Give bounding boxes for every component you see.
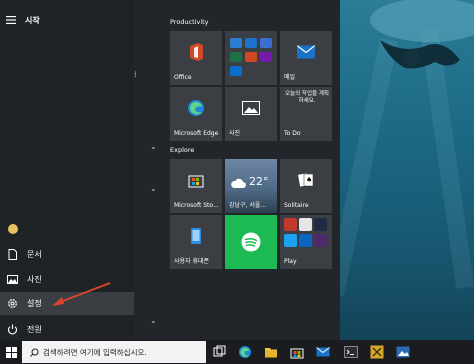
photoshop-icon [314, 218, 327, 231]
todo-note: 오늘의 작업을 계획하세요. [285, 91, 329, 104]
swimmer-image [370, 0, 474, 69]
word-icon [230, 38, 242, 48]
chevron-down-icon[interactable]: ⌄ [150, 142, 157, 151]
spotify-icon [241, 232, 261, 252]
phone-icon [191, 227, 201, 244]
game-icon [299, 218, 312, 231]
excel-icon [230, 52, 242, 62]
tile-label: 메일 [284, 74, 296, 81]
power-icon [7, 324, 18, 335]
mail-icon [297, 45, 315, 59]
twitter-icon [284, 234, 297, 247]
tile-play-folder[interactable]: Play [280, 215, 332, 269]
tile-label: To Do [284, 130, 301, 137]
cloud-icon [231, 178, 246, 188]
tile-store[interactable]: Microsoft Sto... [170, 159, 222, 213]
tile-office-apps[interactable] [225, 31, 277, 85]
chevron-down-icon[interactable]: ⌄ [150, 184, 157, 193]
office-icon [190, 42, 203, 61]
tile-your-phone[interactable]: 사용자 휴대폰 [170, 215, 222, 269]
search-icon [30, 348, 39, 357]
tile-label: Office [174, 74, 192, 81]
tile-weather[interactable]: 22° 강남구, 서울... [225, 159, 277, 213]
hamburger-icon[interactable] [6, 16, 16, 24]
onenote-icon [260, 52, 272, 62]
task-view-icon[interactable] [213, 345, 227, 359]
group-title-productivity[interactable]: Productivity [170, 18, 209, 26]
start-header-label: 시작 [25, 15, 40, 25]
file-explorer-icon[interactable] [264, 345, 278, 359]
start-header[interactable]: 시작 [6, 12, 40, 28]
powerpoint-icon [245, 52, 257, 62]
document-icon [7, 249, 18, 260]
avatar[interactable] [8, 224, 18, 234]
tile-spotify[interactable] [225, 215, 277, 269]
chevron-down-icon[interactable]: ⌄ [150, 316, 157, 325]
scroll-indicator-icon: ⁞ [134, 70, 137, 79]
app-icon [314, 234, 327, 247]
rail-item-documents[interactable]: 문서 [0, 243, 134, 266]
outlook-icon [245, 38, 257, 48]
windows-start-icon[interactable] [6, 347, 17, 358]
search-placeholder: 검색하려면 여기에 입력하십시오. [43, 347, 147, 357]
rail-item-label: 전원 [27, 325, 42, 334]
linkedin-icon [299, 234, 312, 247]
tile-label: 강남구, 서울... [229, 202, 267, 209]
rail-item-label: 문서 [27, 250, 42, 259]
terminal-icon[interactable] [344, 345, 358, 359]
weather-temp: 22° [249, 175, 269, 188]
tile-label: 사용자 휴대폰 [174, 258, 210, 265]
store-taskbar-icon[interactable] [290, 345, 304, 359]
mail-taskbar-icon[interactable] [316, 345, 330, 359]
game-icon [284, 218, 297, 231]
tile-mail[interactable]: 메일 [280, 31, 332, 85]
cards-icon: ♠ [298, 172, 314, 187]
start-menu: 시작 문서 사진 설정 전원 ⁞ ⌄ ⌄ ⌄ Productivity Expl… [0, 0, 340, 340]
tile-todo[interactable]: 오늘의 작업을 계획하세요. To Do [280, 87, 332, 141]
tile-solitaire[interactable]: ♠ Solitaire [280, 159, 332, 213]
tile-label: Microsoft Edge [174, 130, 219, 137]
tile-office[interactable]: Office [170, 31, 222, 85]
tile-label: Solitaire [284, 202, 309, 209]
tile-label: 사진 [229, 130, 241, 137]
edge-taskbar-icon[interactable] [238, 345, 252, 359]
group-title-explore[interactable]: Explore [170, 146, 194, 154]
onedrive-icon [260, 38, 272, 48]
svg-text:♠: ♠ [306, 176, 312, 184]
snipping-tool-icon[interactable] [370, 345, 384, 359]
tile-label: Play [284, 258, 297, 265]
edge-icon [188, 99, 204, 116]
taskbar-search-box[interactable]: 검색하려면 여기에 입력하십시오. [22, 341, 206, 363]
tile-edge[interactable]: Microsoft Edge [170, 87, 222, 141]
photos-icon [242, 100, 260, 115]
tile-photos[interactable]: 사진 [225, 87, 277, 141]
annotation-arrow [52, 282, 111, 306]
photos-taskbar-icon[interactable] [396, 345, 410, 359]
rail-item-power[interactable]: 전원 [0, 318, 134, 341]
tile-label: Microsoft Sto... [174, 202, 219, 209]
skype-icon [230, 66, 242, 76]
store-icon [188, 175, 204, 188]
